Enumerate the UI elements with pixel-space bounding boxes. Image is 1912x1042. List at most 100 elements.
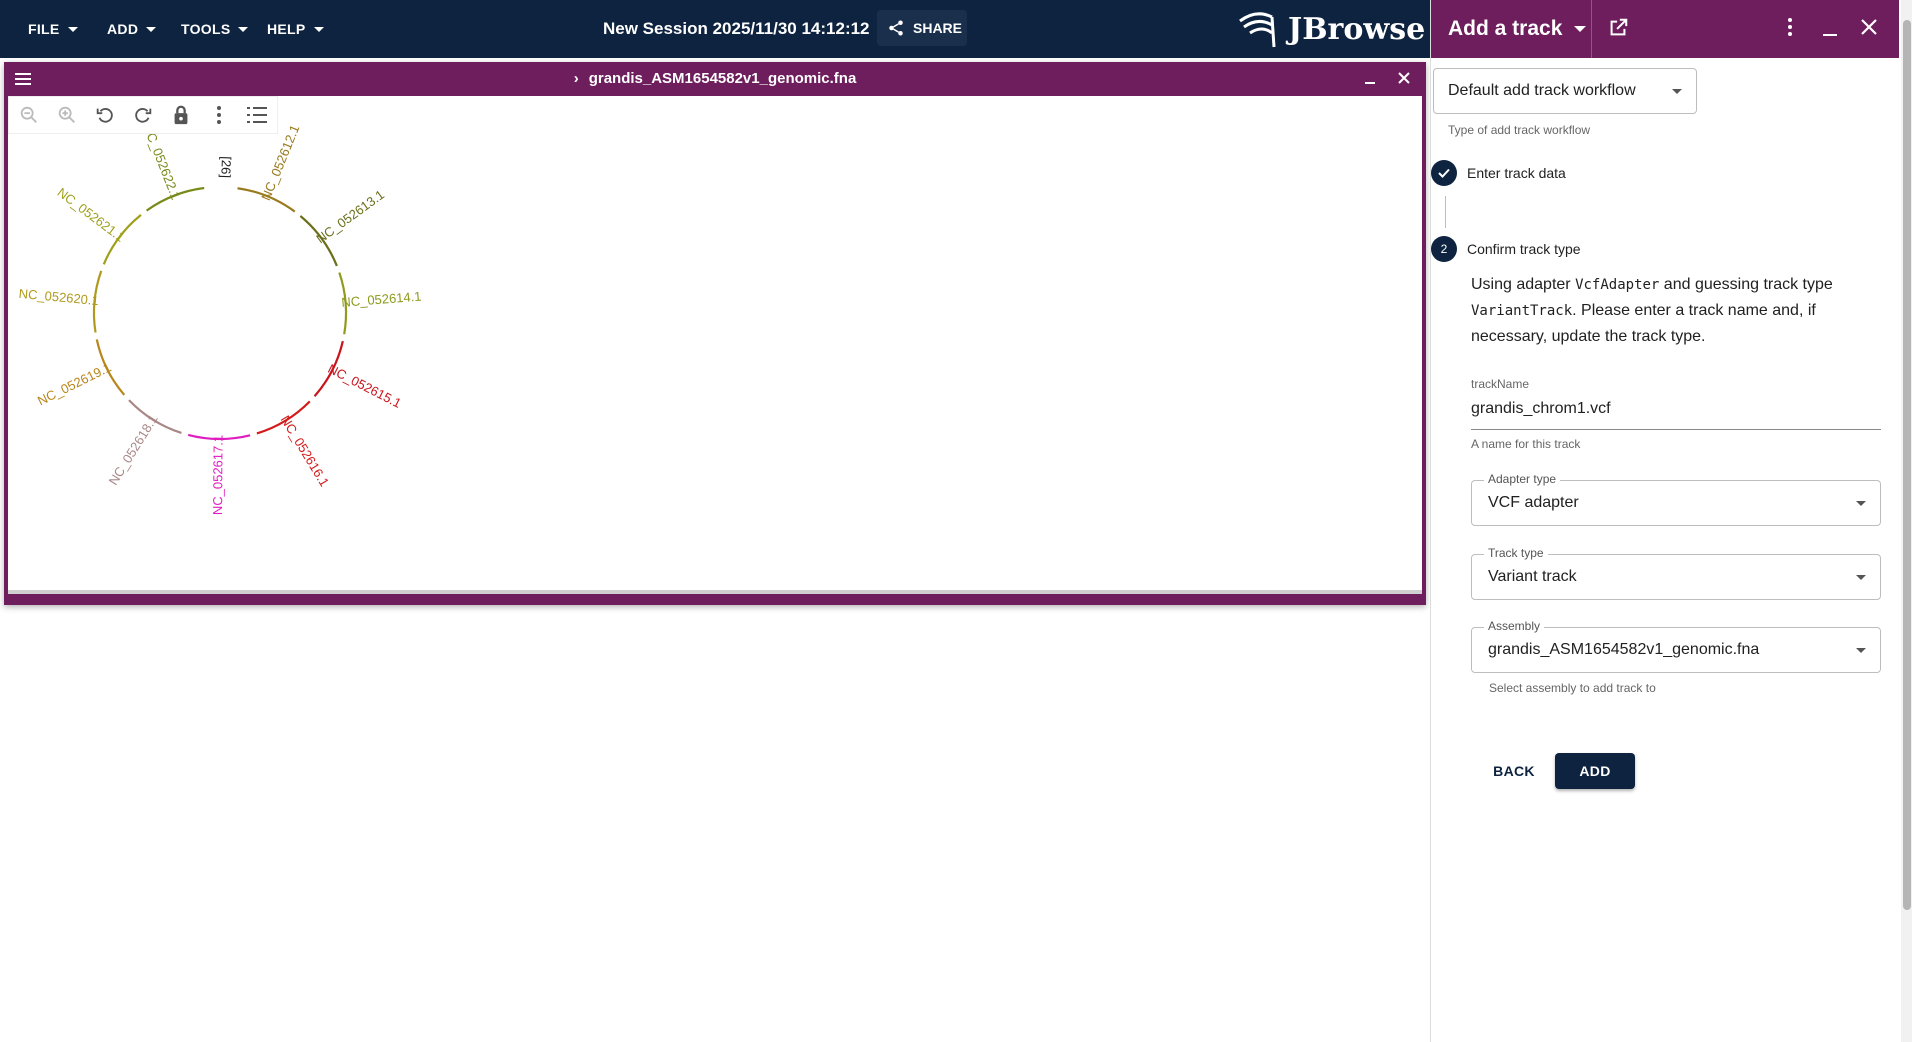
track-type-label: Track type (1484, 546, 1548, 560)
rotate-right-button[interactable] (131, 103, 155, 127)
open-in-new-icon (1610, 18, 1628, 36)
pop-out-button[interactable] (1607, 17, 1629, 39)
step-confirm-track-type: 2 Confirm track type (1431, 236, 1581, 262)
track-name-field[interactable]: trackName grandis_chrom1.vcf (1471, 374, 1881, 430)
track-name-input[interactable]: grandis_chrom1.vcf (1471, 400, 1611, 418)
view-title[interactable]: › grandis_ASM1654582v1_genomic.fna (4, 62, 1426, 96)
instruction-text: Using adapter VcfAdapter and guessing tr… (1471, 272, 1871, 350)
workflow-helper-text: Type of add track workflow (1448, 123, 1591, 137)
share-button[interactable]: SHARE (877, 10, 967, 46)
dropdown-arrow-icon (1856, 575, 1866, 580)
contig-label: NC_052614.1 (341, 289, 422, 310)
contig-label: NC_052621.1 (55, 185, 128, 245)
contig-label: NC_052615.1 (326, 361, 404, 411)
add-button[interactable]: ADD (1555, 753, 1635, 789)
dropdown-arrow-icon (1856, 648, 1866, 653)
tools-menu[interactable]: TOOLS (181, 0, 249, 58)
instruction-part: and guessing track type (1659, 276, 1833, 293)
contig-label: NC_052616.1 (278, 413, 332, 489)
logo-swirl-icon (1239, 12, 1276, 48)
share-icon (889, 20, 903, 36)
zoom-in-button[interactable] (55, 103, 79, 127)
tools-menu-label: TOOLS (181, 21, 231, 37)
track-selector-icon (247, 107, 267, 123)
more-options-button[interactable] (207, 103, 231, 127)
step-connector (1445, 196, 1446, 228)
dropdown-arrow-icon (1672, 89, 1682, 94)
file-menu-label: FILE (28, 21, 60, 37)
view-body: NC_052612.1 NC_052613.1 NC_052614.1 NC_0526… (8, 96, 1422, 594)
contig-label: NC_052620.1 (18, 286, 99, 308)
caret-down-icon (313, 26, 324, 32)
track-type-code: VariantTrack (1471, 303, 1573, 319)
chevron-right-icon: › (573, 70, 579, 87)
workflow-select-value: Default add track workflow (1448, 82, 1636, 99)
adapter-type-select[interactable]: Adapter type VCF adapter (1471, 472, 1881, 526)
drawer-widget-select[interactable]: Add a track (1448, 0, 1587, 58)
track-selector-button[interactable] (245, 103, 269, 127)
zoom-out-icon (20, 106, 37, 123)
session-title[interactable]: New Session 2025/11/30 14:12:12 (603, 0, 870, 58)
contig-label: NC_052617.1 (210, 435, 226, 515)
track-name-helper: A name for this track (1471, 437, 1581, 451)
close-view-button[interactable] (1396, 70, 1412, 86)
assembly-select[interactable]: Assembly grandis_ASM1654582v1_genomic.fn… (1471, 619, 1881, 673)
caret-down-icon (238, 26, 249, 32)
step-number: 2 (1431, 236, 1457, 262)
back-button[interactable]: BACK (1481, 753, 1547, 789)
step-enter-track-data: Enter track data (1431, 160, 1566, 186)
adapter-code: VcfAdapter (1575, 277, 1660, 293)
circular-genome-plot[interactable]: NC_052612.1NC_052613.1 NC_052614.1 NC_0526… (8, 96, 568, 594)
zoom-in-icon (58, 106, 75, 123)
adapter-type-value: VCF adapter (1488, 494, 1579, 511)
contig-label: NC_052618.1 (106, 412, 161, 488)
add-menu-label: ADD (107, 21, 139, 37)
step-label: Enter track data (1467, 165, 1566, 181)
rotate-left-button[interactable] (93, 103, 117, 127)
add-track-drawer: Add a track Default add track workflow T… (1430, 0, 1912, 1042)
dropdown-arrow-icon (1856, 501, 1866, 506)
collapsed-contigs-label: [26] (218, 156, 234, 178)
add-menu[interactable]: ADD (107, 0, 157, 58)
view-toolbar (8, 96, 278, 134)
circular-view: › grandis_ASM1654582v1_genomic.fna NC_052… (4, 62, 1426, 605)
track-type-select[interactable]: Track type Variant track (1471, 546, 1881, 600)
minimize-view-button[interactable] (1362, 70, 1378, 86)
contig-label: NC_052612.1 (258, 123, 302, 203)
caret-down-icon (67, 26, 78, 32)
instruction-part: Using adapter (1471, 276, 1576, 293)
drawer-close-button[interactable] (1859, 17, 1879, 37)
close-icon (1398, 72, 1410, 84)
track-name-label: trackName (1471, 377, 1530, 391)
assembly-value: grandis_ASM1654582v1_genomic.fna (1488, 641, 1760, 658)
file-menu[interactable]: FILE (28, 0, 78, 58)
caret-down-icon (146, 26, 157, 32)
header-divider (1591, 0, 1592, 58)
drawer-minimize-button[interactable] (1821, 17, 1839, 39)
more-vert-icon (1788, 18, 1792, 36)
close-icon (1861, 19, 1877, 35)
scrollbar-thumb[interactable] (1903, 20, 1911, 910)
help-menu-label: HELP (267, 21, 306, 37)
assembly-label: Assembly (1484, 619, 1545, 633)
vertical-scrollbar[interactable] (1901, 0, 1912, 1042)
adapter-type-label: Adapter type (1484, 472, 1561, 486)
zoom-out-button[interactable] (17, 103, 41, 127)
jbrowse-logo: JBrowse (1238, 8, 1425, 50)
minimize-icon (1823, 34, 1837, 36)
logo-text: JBrowse (1288, 11, 1426, 47)
view-header: › grandis_ASM1654582v1_genomic.fna (4, 62, 1426, 96)
drawer-header: Add a track (1431, 0, 1899, 58)
rotate-left-icon (96, 108, 113, 123)
caret-down-icon (1574, 26, 1587, 33)
drawer-more-button[interactable] (1787, 17, 1793, 37)
app-bar: FILE ADD TOOLS HELP New Session 2025/11/… (0, 0, 1430, 58)
minimize-icon (1365, 82, 1375, 84)
workflow-select[interactable]: Default add track workflow (1433, 68, 1697, 114)
lock-button[interactable] (169, 103, 193, 127)
assembly-helper: Select assembly to add track to (1489, 681, 1656, 695)
contig-label: NC_052619.1 (35, 359, 114, 408)
view-horizontal-scrollbar[interactable] (8, 590, 1422, 594)
rotate-right-icon (135, 108, 152, 123)
help-menu[interactable]: HELP (267, 0, 324, 58)
